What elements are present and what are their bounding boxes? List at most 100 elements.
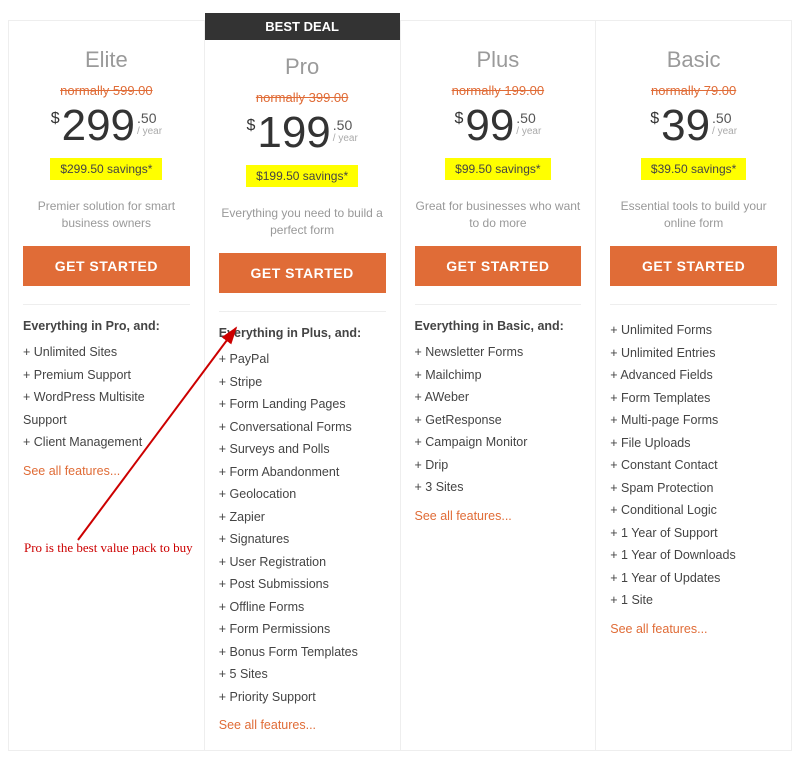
get-started-button[interactable]: GET STARTED xyxy=(415,246,582,286)
feature-item: + Constant Contact xyxy=(610,454,777,477)
feature-item: + Conversational Forms xyxy=(219,416,386,439)
feature-item: + Unlimited Forms xyxy=(610,319,777,342)
feature-item: + File Uploads xyxy=(610,432,777,455)
divider xyxy=(23,304,190,305)
feature-item: + Spam Protection xyxy=(610,477,777,500)
tier-name: Elite xyxy=(23,47,190,73)
best-deal-banner: BEST DEAL xyxy=(205,13,400,40)
normally-price: normally 199.00 xyxy=(452,83,545,98)
features-heading: Everything in Basic, and: xyxy=(415,319,582,333)
feature-item: + GetResponse xyxy=(415,409,582,432)
price-period: / year xyxy=(516,126,541,137)
price-row: $ 199 .50 / year xyxy=(219,111,386,155)
currency-symbol: $ xyxy=(454,110,463,128)
divider xyxy=(219,311,386,312)
tier-pro: BEST DEAL Pro normally 399.00 $ 199 .50 … xyxy=(205,20,401,751)
feature-item: + Offline Forms xyxy=(219,596,386,619)
feature-item: + Unlimited Entries xyxy=(610,342,777,365)
price-cents: .50 xyxy=(712,110,731,126)
price-cents: .50 xyxy=(333,117,352,133)
tier-plus: Plus normally 199.00 $ 99 .50 / year $99… xyxy=(401,20,597,751)
get-started-button[interactable]: GET STARTED xyxy=(23,246,190,286)
feature-item: + WordPress Multisite Support xyxy=(23,386,190,431)
tier-desc: Great for businesses who want to do more xyxy=(415,198,582,232)
feature-item: + Form Abandonment xyxy=(219,461,386,484)
divider xyxy=(610,304,777,305)
features-list: + Unlimited Forms+ Unlimited Entries+ Ad… xyxy=(610,319,777,612)
price-period: / year xyxy=(137,126,162,137)
feature-item: + Priority Support xyxy=(219,686,386,709)
feature-item: + Advanced Fields xyxy=(610,364,777,387)
feature-item: + Multi-page Forms xyxy=(610,409,777,432)
features-list: + PayPal+ Stripe+ Form Landing Pages+ Co… xyxy=(219,348,386,708)
features-list: + Unlimited Sites+ Premium Support+ Word… xyxy=(23,341,190,454)
tier-name: Pro xyxy=(219,54,386,80)
tier-elite: Elite normally 599.00 $ 299 .50 / year $… xyxy=(8,20,205,751)
price-cents: .50 xyxy=(137,110,156,126)
price-row: $ 39 .50 / year xyxy=(610,104,777,148)
savings-badge: $99.50 savings* xyxy=(445,158,550,180)
feature-item: + Geolocation xyxy=(219,483,386,506)
feature-item: + 5 Sites xyxy=(219,663,386,686)
savings-badge: $299.50 savings* xyxy=(50,158,162,180)
savings-badge: $39.50 savings* xyxy=(641,158,746,180)
features-heading: Everything in Pro, and: xyxy=(23,319,190,333)
price-amount: 199 xyxy=(257,111,330,155)
feature-item: + Bonus Form Templates xyxy=(219,641,386,664)
feature-item: + User Registration xyxy=(219,551,386,574)
feature-item: + 1 Year of Support xyxy=(610,522,777,545)
get-started-button[interactable]: GET STARTED xyxy=(219,253,386,293)
tier-desc: Premier solution for smart business owne… xyxy=(23,198,190,232)
normally-price: normally 79.00 xyxy=(651,83,736,98)
feature-item: + Newsletter Forms xyxy=(415,341,582,364)
tier-desc: Essential tools to build your online for… xyxy=(610,198,777,232)
savings-badge: $199.50 savings* xyxy=(246,165,358,187)
feature-item: + Conditional Logic xyxy=(610,499,777,522)
feature-item: + Zapier xyxy=(219,506,386,529)
feature-item: + Unlimited Sites xyxy=(23,341,190,364)
normally-price: normally 399.00 xyxy=(256,90,349,105)
feature-item: + Post Submissions xyxy=(219,573,386,596)
currency-symbol: $ xyxy=(51,110,60,128)
features-heading: Everything in Plus, and: xyxy=(219,326,386,340)
feature-item: + PayPal xyxy=(219,348,386,371)
feature-item: + 1 Site xyxy=(610,589,777,612)
feature-item: + Form Landing Pages xyxy=(219,393,386,416)
normally-price: normally 599.00 xyxy=(60,83,153,98)
feature-item: + Surveys and Polls xyxy=(219,438,386,461)
feature-item: + AWeber xyxy=(415,386,582,409)
feature-item: + Mailchimp xyxy=(415,364,582,387)
feature-item: + Form Permissions xyxy=(219,618,386,641)
feature-item: + Form Templates xyxy=(610,387,777,410)
feature-item: + Premium Support xyxy=(23,364,190,387)
feature-item: + Campaign Monitor xyxy=(415,431,582,454)
pricing-grid: Elite normally 599.00 $ 299 .50 / year $… xyxy=(8,20,792,751)
price-row: $ 299 .50 / year xyxy=(23,104,190,148)
tier-name: Plus xyxy=(415,47,582,73)
tier-desc: Everything you need to build a perfect f… xyxy=(219,205,386,239)
feature-item: + Drip xyxy=(415,454,582,477)
get-started-button[interactable]: GET STARTED xyxy=(610,246,777,286)
price-amount: 299 xyxy=(62,104,135,148)
tier-name: Basic xyxy=(610,47,777,73)
features-list: + Newsletter Forms+ Mailchimp+ AWeber+ G… xyxy=(415,341,582,499)
feature-item: + Client Management xyxy=(23,431,190,454)
see-all-link[interactable]: See all features... xyxy=(23,464,120,478)
price-period: / year xyxy=(333,133,358,144)
feature-item: + 3 Sites xyxy=(415,476,582,499)
feature-item: + Stripe xyxy=(219,371,386,394)
tier-basic: Basic normally 79.00 $ 39 .50 / year $39… xyxy=(596,20,792,751)
divider xyxy=(415,304,582,305)
currency-symbol: $ xyxy=(650,110,659,128)
price-amount: 99 xyxy=(465,104,514,148)
feature-item: + Signatures xyxy=(219,528,386,551)
see-all-link[interactable]: See all features... xyxy=(610,622,707,636)
price-row: $ 99 .50 / year xyxy=(415,104,582,148)
currency-symbol: $ xyxy=(246,117,255,135)
annotation-text: Pro is the best value pack to buy xyxy=(24,540,193,556)
feature-item: + 1 Year of Downloads xyxy=(610,544,777,567)
feature-item: + 1 Year of Updates xyxy=(610,567,777,590)
see-all-link[interactable]: See all features... xyxy=(415,509,512,523)
see-all-link[interactable]: See all features... xyxy=(219,718,316,732)
price-period: / year xyxy=(712,126,737,137)
